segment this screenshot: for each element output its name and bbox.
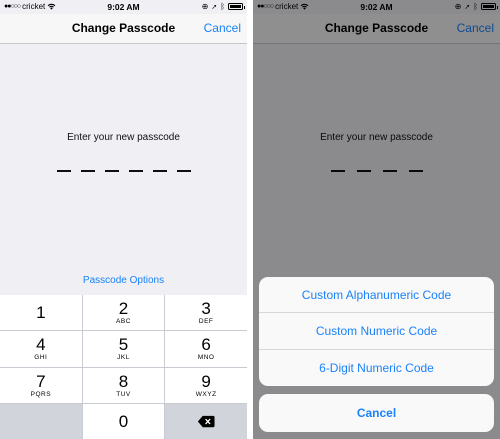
location-icon: ➚ [211,3,218,11]
option-custom-numeric[interactable]: Custom Numeric Code [259,313,494,350]
key-8[interactable]: 8 TUV [82,367,165,403]
key-9[interactable]: 9 WXYZ [165,367,247,403]
passcode-dash [128,170,143,172]
delete-key[interactable] [165,403,247,439]
key-digit: 1 [36,302,46,322]
key-digit: 8 [118,371,129,391]
key-1[interactable]: 1 [0,295,82,331]
number-keypad: 1 2 ABC 3 DEF 4 GHI 5 JKL 6 MNO 7 PQRS 8 TUV 9W… [0,295,247,439]
key-digit: 3 [201,299,211,319]
key-letters: JKL [117,354,130,362]
passcode-dash [56,170,71,172]
key-letters: MNO [197,354,215,362]
key-letters: ABC [116,318,131,326]
sheet-cancel-button[interactable]: Cancel [259,394,494,432]
key-digit: 9 [201,371,211,391]
key-digit: 2 [118,299,129,319]
option-custom-alphanumeric[interactable]: Custom Alphanumeric Code [259,277,494,314]
key-3[interactable]: 3 DEF [165,295,247,331]
key-digit: 5 [118,335,129,355]
passcode-dashes [0,170,247,172]
status-right-group: ⊕ ➚ ᛒ [201,2,245,11]
right-screen: ●●○○○ cricket 9:02 AM ⊕ ➚ ᛒ Change Passc… [253,0,500,439]
passcode-dash [152,170,167,172]
key-letters: PQRS [30,390,52,398]
battery-icon [228,3,245,10]
key-7[interactable]: 7 PQRS [0,367,82,403]
key-digit: 0 [118,411,129,431]
cancel-button[interactable]: Cancel [204,21,241,35]
rotation-lock-icon: ⊕ [201,2,209,11]
passcode-options-sheet: Custom Alphanumeric Code Custom Numeric … [259,277,494,386]
passcode-options-link[interactable]: Passcode Options [0,275,247,286]
key-digit: 6 [201,335,211,355]
nav-bar: Change Passcode Cancel [0,14,247,44]
key-digit: 4 [36,335,46,355]
key-digit: 7 [36,371,46,391]
key-0[interactable]: 0 [82,403,165,439]
status-bar: ●●○○○ cricket 9:02 AM ⊕ ➚ ᛒ [0,0,247,14]
option-6-digit-numeric[interactable]: 6-Digit Numeric Code [259,350,494,386]
key-6[interactable]: 6 MNO [165,331,247,367]
passcode-prompt: Enter your new passcode [67,132,180,143]
key-2[interactable]: 2 ABC [82,295,165,331]
backspace-icon [198,415,215,428]
key-blank [0,403,82,439]
bluetooth-icon: ᛒ [220,2,225,11]
left-screen: ●●○○○ cricket 9:02 AM ⊕ ➚ ᛒ Change Passc… [0,0,247,439]
key-letters: WXYZ [195,390,217,398]
key-4[interactable]: 4 GHI [0,331,82,367]
key-letters: DEF [198,318,214,326]
key-letters: TUV [116,390,131,398]
key-letters: GHI [34,354,48,362]
key-5[interactable]: 5 JKL [82,331,165,367]
passcode-dash [80,170,95,172]
passcode-dash [176,170,191,172]
passcode-dash [104,170,119,172]
